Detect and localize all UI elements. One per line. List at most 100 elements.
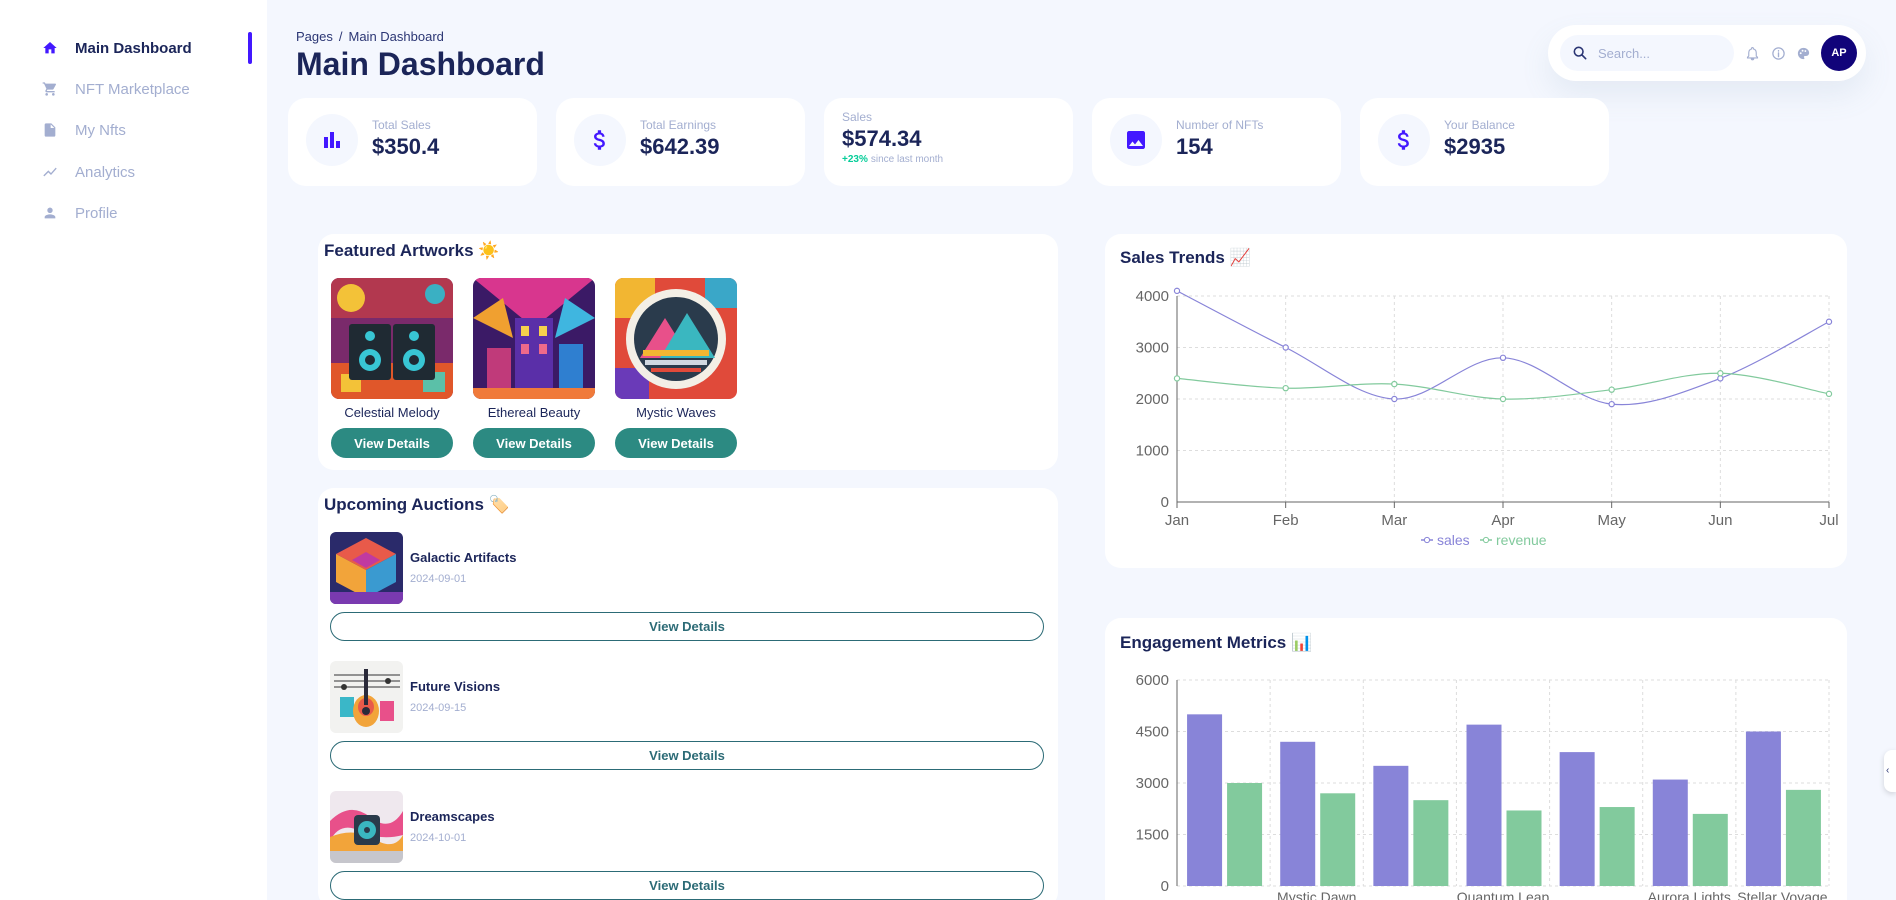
search-box [1560, 35, 1734, 71]
bar [1745, 731, 1781, 886]
stat-card-number-of-nfts: Number of NFTs 154 [1092, 98, 1341, 186]
bar [1373, 765, 1409, 886]
x-tick-label: Mar [1381, 512, 1407, 529]
artwork-image[interactable] [473, 278, 595, 399]
stat-value: $350.4 [372, 134, 440, 159]
bar [1652, 779, 1688, 886]
bell-icon[interactable] [1743, 44, 1761, 62]
data-point-revenue [1825, 390, 1833, 398]
x-tick-label: Jan [1165, 512, 1189, 529]
view-details-button[interactable]: View Details [473, 428, 595, 458]
info-icon[interactable] [1769, 44, 1787, 62]
sidebar-item-label: NFT Marketplace [75, 80, 190, 98]
auction-name: Galactic Artifacts [410, 550, 517, 565]
x-tick-label: Quantum Leap [1457, 889, 1550, 900]
artwork-image[interactable] [331, 278, 453, 399]
breadcrumb-root[interactable]: Pages [296, 29, 333, 44]
x-tick-label: May [1597, 512, 1626, 529]
cart-icon [41, 80, 59, 98]
x-tick-label: Jul [1819, 512, 1838, 529]
x-tick-label: Feb [1273, 512, 1299, 529]
sidebar-item-nft-marketplace[interactable]: NFT Marketplace [0, 73, 267, 105]
search-icon [1572, 45, 1588, 61]
breadcrumb-separator: / [338, 29, 343, 44]
bar-chart-icon [306, 114, 358, 166]
artwork-card[interactable]: Ethereal Beauty View Details [473, 278, 595, 458]
upcoming-auctions-title: Upcoming Auctions 🏷️ [324, 495, 510, 514]
bar [1320, 793, 1356, 886]
palette-icon[interactable] [1794, 44, 1812, 62]
y-tick-label: 1000 [1136, 443, 1169, 460]
avatar[interactable]: AP [1821, 35, 1857, 71]
stat-card-your-balance: Your Balance $2935 [1360, 98, 1609, 186]
featured-artworks-title: Featured Artworks ☀️ [324, 241, 500, 260]
sidebar-item-label: Main Dashboard [75, 39, 192, 57]
view-details-button[interactable]: View Details [330, 741, 1044, 770]
data-point-revenue [1499, 395, 1507, 403]
x-tick-label: Apr [1491, 512, 1514, 529]
y-tick-label: 2000 [1136, 391, 1169, 408]
home-icon [41, 39, 59, 57]
x-tick-label: Jun [1708, 512, 1732, 529]
data-point-revenue [1173, 375, 1181, 382]
bar [1227, 783, 1263, 886]
stat-card-total-sales: Total Sales $350.4 [288, 98, 537, 186]
artwork-name: Celestial Melody [344, 405, 440, 420]
y-tick-label: 0 [1161, 494, 1169, 511]
x-tick-label: Aurora Lights [1648, 889, 1731, 900]
auction-name: Dreamscapes [410, 809, 495, 824]
data-point-revenue [1391, 380, 1398, 388]
person-icon [41, 204, 59, 222]
y-tick-label: 4500 [1136, 724, 1169, 741]
stat-label: Number of NFTs [1176, 118, 1264, 132]
bar [1413, 800, 1449, 886]
bar [1599, 807, 1635, 886]
active-indicator [248, 32, 252, 64]
view-details-button[interactable]: View Details [615, 428, 737, 458]
view-details-button[interactable]: View Details [330, 871, 1044, 900]
bar [1785, 789, 1821, 886]
stat-value: $642.39 [640, 134, 720, 159]
image-icon [1110, 114, 1162, 166]
bar [1280, 741, 1316, 886]
sidebar-item-profile[interactable]: Profile [0, 197, 267, 229]
data-point-sales [1717, 375, 1724, 382]
legend-label: revenue [1496, 532, 1547, 548]
breadcrumb-current[interactable]: Main Dashboard [349, 29, 444, 44]
settings-drawer-tab[interactable]: ‹ [1884, 750, 1896, 792]
stat-value: 154 [1176, 134, 1213, 159]
topbar: AP [1548, 25, 1866, 81]
bar [1559, 752, 1595, 886]
stat-card-total-earnings: Total Earnings $642.39 [556, 98, 805, 186]
auction-image[interactable] [330, 532, 403, 604]
data-point-sales [1608, 400, 1615, 408]
data-point-sales [1499, 354, 1507, 362]
dollar-icon [1378, 114, 1430, 166]
document-icon [41, 121, 59, 139]
search-input[interactable] [1598, 45, 1728, 61]
stat-change: +23% since last month [842, 154, 943, 165]
sidebar-item-label: Analytics [75, 163, 136, 181]
artwork-card[interactable]: Mystic Waves View Details [615, 278, 737, 458]
stat-label: Total Earnings [640, 118, 717, 132]
stat-label: Your Balance [1444, 118, 1515, 132]
sidebar-item-my-nfts[interactable]: My Nfts [0, 114, 267, 146]
sidebar-item-analytics[interactable]: Analytics [0, 156, 267, 188]
artwork-card[interactable]: Celestial Melody View Details [331, 278, 453, 458]
chevron-icon: ‹ [1886, 765, 1890, 776]
view-details-button[interactable]: View Details [331, 428, 453, 458]
auction-name: Future Visions [410, 679, 501, 694]
x-tick-label: Stellar Voyage [1737, 889, 1827, 900]
sidebar-item-main-dashboard[interactable]: Main Dashboard [0, 32, 267, 64]
data-point-revenue [1608, 386, 1615, 393]
stat-label: Sales [842, 110, 873, 124]
artwork-image[interactable] [615, 278, 737, 399]
view-details-button[interactable]: View Details [330, 612, 1044, 641]
stat-change-text: since last month [870, 154, 944, 165]
auction-image[interactable] [330, 791, 403, 863]
sidebar-item-label: My Nfts [75, 121, 126, 139]
auction-image[interactable] [330, 661, 403, 733]
y-tick-label: 6000 [1136, 672, 1169, 689]
dollar-icon [574, 114, 626, 166]
y-tick-label: 3000 [1136, 340, 1169, 357]
